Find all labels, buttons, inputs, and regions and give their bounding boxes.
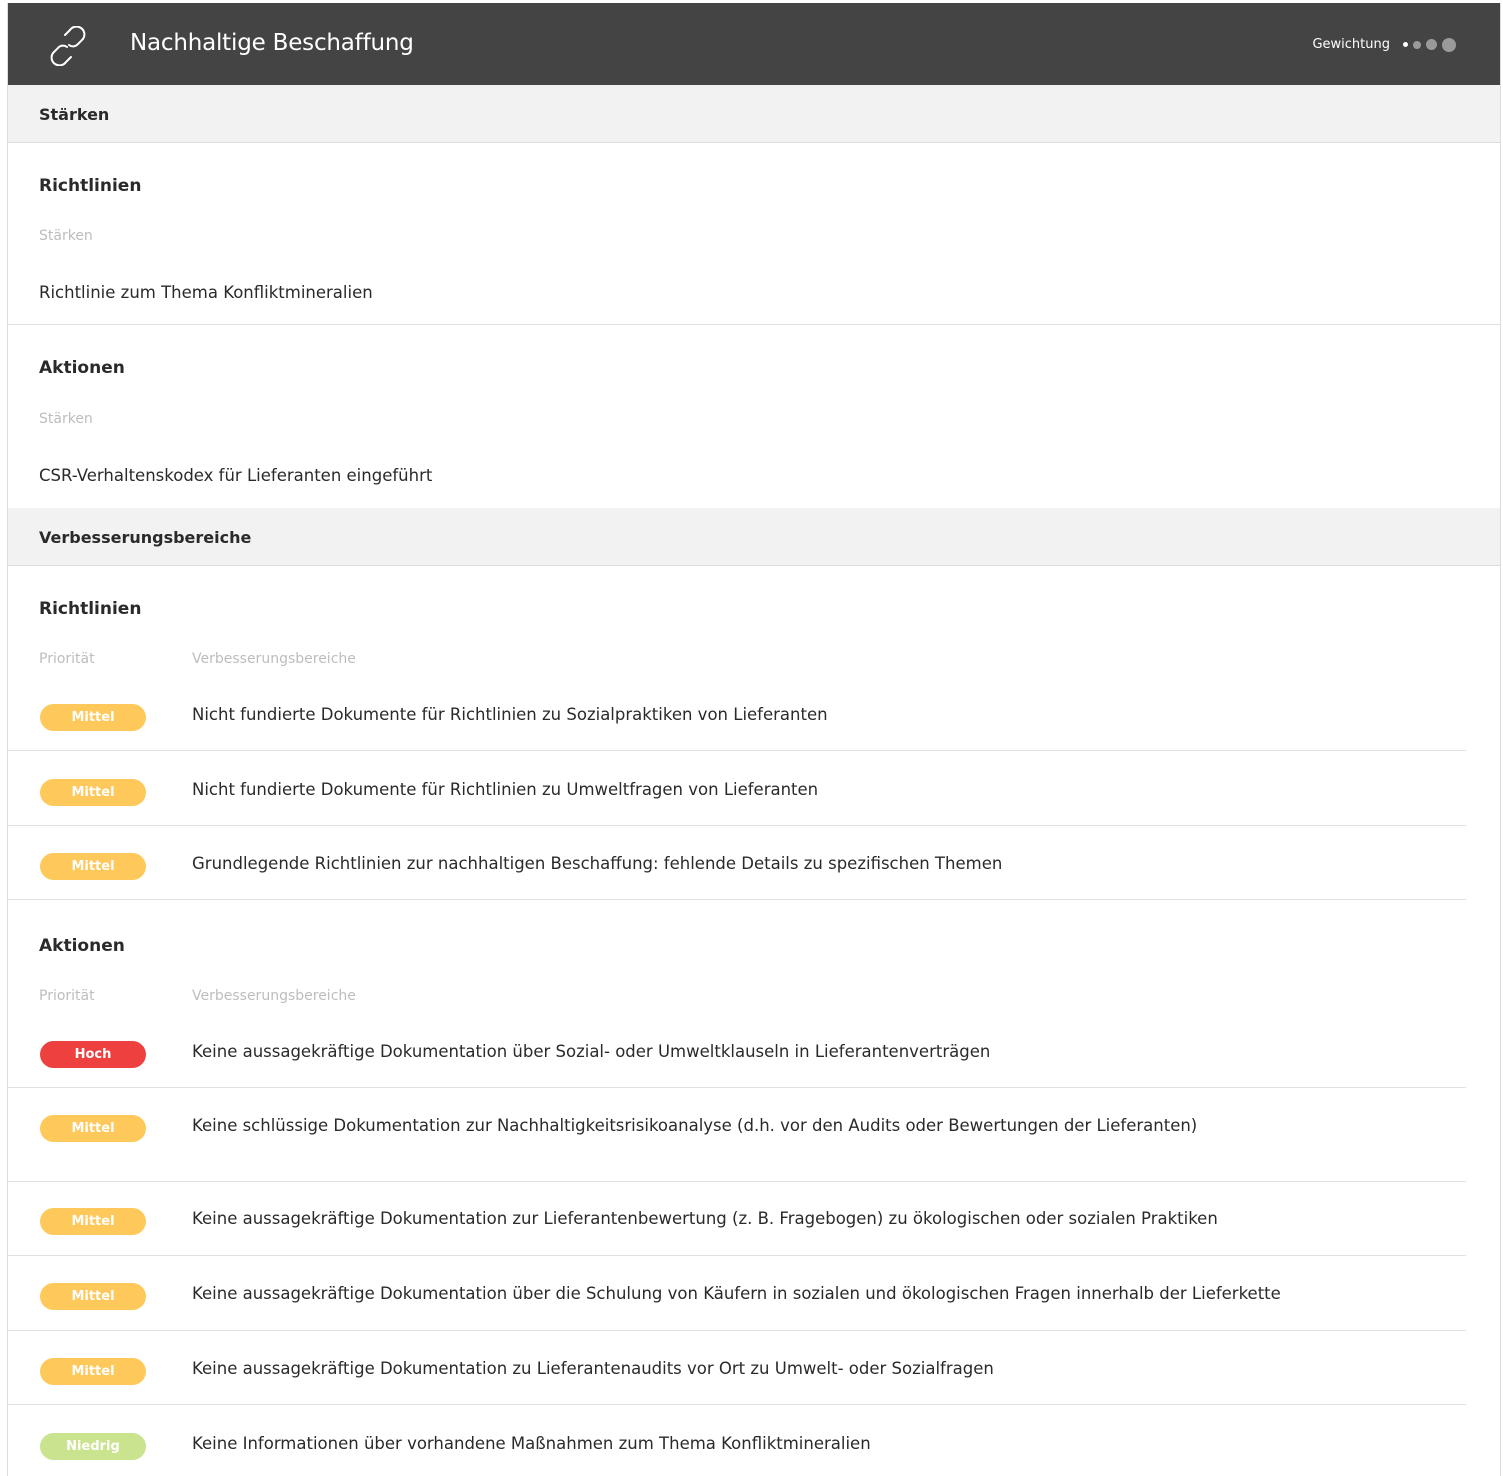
group-title: Richtlinien — [39, 599, 142, 619]
priority-badge: Hoch — [40, 1041, 146, 1068]
link-icon — [50, 26, 86, 66]
improvement-item: Keine aussagekräftige Dokumentation über… — [192, 1284, 1281, 1303]
column-label-priority: Priorität — [39, 651, 95, 667]
column-label-area: Verbesserungsbereiche — [192, 651, 356, 667]
divider — [8, 324, 1500, 325]
improvement-item: Keine aussagekräftige Dokumentation zur … — [192, 1209, 1218, 1228]
improvement-item: Keine schlüssige Dokumentation zur Nachh… — [192, 1116, 1198, 1135]
divider — [8, 1404, 1466, 1405]
column-label: Stärken — [39, 228, 93, 244]
column-label-area: Verbesserungsbereiche — [192, 988, 356, 1004]
divider — [8, 1330, 1466, 1331]
divider — [8, 750, 1466, 751]
priority-badge: Mittel — [40, 1358, 146, 1385]
page-title: Nachhaltige Beschaffung — [130, 30, 414, 56]
weight-dot — [1403, 42, 1408, 47]
priority-badge: Mittel — [40, 853, 146, 880]
priority-badge: Mittel — [40, 1115, 146, 1142]
improvement-item: Keine Informationen über vorhandene Maßn… — [192, 1434, 871, 1453]
divider — [8, 899, 1466, 900]
weighting-indicator: Gewichtung — [1312, 37, 1456, 52]
divider — [8, 825, 1466, 826]
improvement-item: Keine aussagekräftige Dokumentation zu L… — [192, 1359, 994, 1378]
improvement-item: Grundlegende Richtlinien zur nachhaltige… — [192, 854, 1003, 873]
weight-dot — [1413, 40, 1421, 49]
improvement-item: Nicht fundierte Dokumente für Richtlinie… — [192, 705, 828, 724]
priority-badge: Mittel — [40, 779, 146, 806]
weighting-label: Gewichtung — [1312, 37, 1390, 52]
divider — [8, 1181, 1466, 1182]
section-header-improvements: Verbesserungsbereiche — [8, 508, 1500, 566]
assessment-card: Nachhaltige Beschaffung Gewichtung Stärk… — [7, 3, 1501, 1476]
divider — [8, 1255, 1466, 1256]
column-label-priority: Priorität — [39, 988, 95, 1004]
priority-badge: Mittel — [40, 704, 146, 731]
column-label: Stärken — [39, 411, 93, 427]
priority-badge: Mittel — [40, 1283, 146, 1310]
weight-dot — [1442, 37, 1456, 52]
divider — [8, 1087, 1466, 1088]
priority-badge: Niedrig — [40, 1433, 146, 1460]
group-title: Aktionen — [39, 358, 125, 378]
group-title: Richtlinien — [39, 176, 142, 196]
card-header: Nachhaltige Beschaffung Gewichtung — [8, 3, 1500, 85]
group-title: Aktionen — [39, 936, 125, 956]
section-title: Verbesserungsbereiche — [39, 528, 252, 547]
improvement-item: Nicht fundierte Dokumente für Richtlinie… — [192, 780, 819, 799]
weight-dot — [1426, 39, 1437, 50]
strength-item: CSR-Verhaltenskodex für Lieferanten eing… — [39, 466, 433, 485]
section-title: Stärken — [39, 105, 110, 124]
section-header-strengths: Stärken — [8, 85, 1500, 143]
improvement-item: Keine aussagekräftige Dokumentation über… — [192, 1042, 991, 1061]
strength-item: Richtlinie zum Thema Konfliktmineralien — [39, 283, 373, 302]
priority-badge: Mittel — [40, 1208, 146, 1235]
